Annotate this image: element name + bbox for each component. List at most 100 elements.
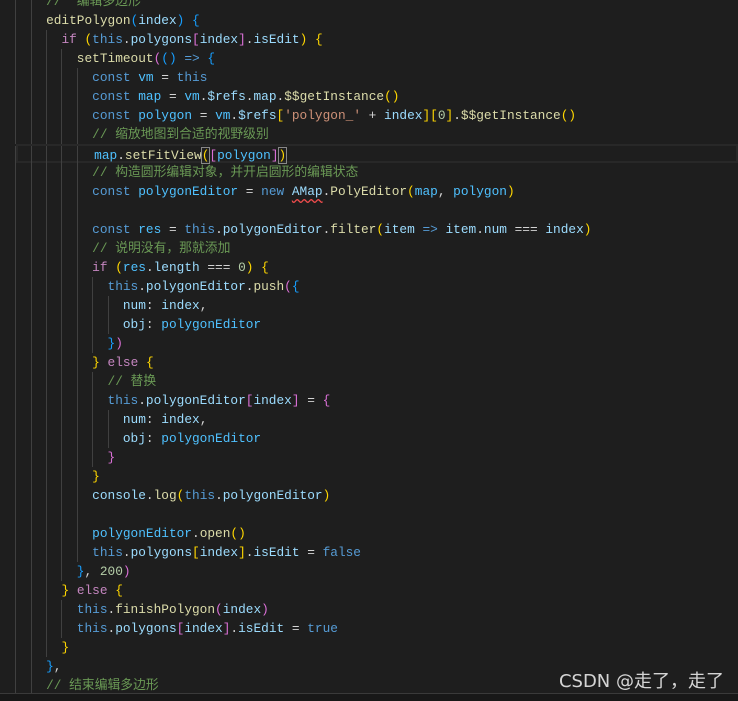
code-line[interactable]: const polygonEditor = new AMap.PolyEdito…	[0, 182, 738, 201]
code-text: setTimeout(() => {	[0, 49, 215, 68]
code-line[interactable]: this.polygons[index].isEdit = false	[0, 543, 738, 562]
code-token: else	[107, 355, 139, 370]
code-line[interactable]: // 构造圆形编辑对象，并开启圆形的编辑状态	[0, 163, 738, 182]
code-token: {	[207, 51, 216, 66]
code-line[interactable]: map.setFitView([polygon])	[15, 144, 738, 165]
code-line[interactable]: // 缩放地图到合适的视野级别	[0, 125, 738, 144]
code-line[interactable]: setTimeout(() => {	[0, 49, 738, 68]
code-line[interactable]: num: index,	[0, 410, 738, 429]
code-line[interactable]: const map = vm.$refs.map.$$getInstance()	[0, 87, 738, 106]
code-token: setTimeout	[76, 51, 154, 66]
code-line[interactable]: }	[0, 467, 738, 486]
code-line[interactable]: const res = this.polygonEditor.filter(it…	[0, 220, 738, 239]
code-line[interactable]: num: index,	[0, 296, 738, 315]
code-text: this.polygons[index].isEdit = true	[0, 619, 338, 638]
code-line[interactable]: if (res.length === 0) {	[0, 258, 738, 277]
code-editor[interactable]: // 编辑多边形 editPolygon(index) { if (this.p…	[0, 0, 738, 695]
code-token: $$getInstance	[284, 89, 385, 104]
code-text: if (this.polygons[index].isEdit) {	[0, 30, 322, 49]
code-token: ]	[291, 393, 300, 408]
code-text: // 构造圆形编辑对象，并开启圆形的编辑状态	[0, 163, 358, 182]
code-token: open	[199, 526, 231, 541]
code-token: const	[92, 89, 131, 104]
code-token: :	[145, 317, 162, 332]
code-line[interactable]: console.log(this.polygonEditor)	[0, 486, 738, 505]
code-token: res	[138, 222, 162, 237]
code-line[interactable]: if (this.polygons[index].isEdit) {	[0, 30, 738, 49]
code-line[interactable]: const polygon = vm.$refs['polygon_' + in…	[0, 106, 738, 125]
code-line[interactable]: const vm = this	[0, 68, 738, 87]
code-token: .	[138, 279, 146, 294]
code-token: map	[94, 148, 118, 163]
code-line[interactable]: // 说明没有，那就添加	[0, 239, 738, 258]
code-line[interactable]: }, 200)	[0, 562, 738, 581]
code-token: polygon	[217, 148, 271, 163]
code-token: polygonEditor	[138, 184, 239, 199]
code-token: [	[192, 545, 200, 560]
code-token: this	[92, 545, 123, 560]
code-line[interactable]: }	[0, 448, 738, 467]
code-token: ]	[238, 545, 246, 560]
code-token: length	[153, 260, 200, 275]
code-line[interactable]: obj: polygonEditor	[0, 315, 738, 334]
code-text: this.polygonEditor.push({	[0, 277, 300, 296]
code-text: const polygonEditor = new AMap.PolyEdito…	[0, 182, 514, 201]
code-text: num: index,	[0, 296, 208, 315]
code-text: if (res.length === 0) {	[0, 258, 269, 277]
code-token: .	[145, 260, 154, 275]
code-token: item	[445, 222, 477, 237]
code-line[interactable]: // 替换	[0, 372, 738, 391]
code-token: )	[583, 222, 592, 237]
code-token: .	[192, 526, 200, 541]
code-line[interactable]: }	[0, 638, 738, 657]
code-token: polygonEditor	[145, 393, 246, 408]
code-text: // 缩放地图到合适的视野级别	[0, 125, 269, 144]
code-token: =	[284, 621, 308, 636]
code-line[interactable]: } else {	[0, 353, 738, 372]
code-token: vm	[215, 108, 231, 123]
code-token: )	[261, 602, 269, 617]
code-token: this	[92, 32, 123, 47]
code-line[interactable]: polygonEditor.open()	[0, 524, 738, 543]
code-token: )	[115, 336, 123, 351]
code-token: =	[161, 222, 185, 237]
code-token: .	[117, 148, 125, 163]
code-line[interactable]	[0, 201, 738, 220]
code-text: const polygon = vm.$refs['polygon_' + in…	[0, 106, 576, 125]
code-token: const	[92, 108, 131, 123]
code-line[interactable]: this.polygonEditor[index] = {	[0, 391, 738, 410]
code-line[interactable]: })	[0, 334, 738, 353]
code-line[interactable]: this.polygonEditor.push({	[0, 277, 738, 296]
code-line[interactable]	[0, 505, 738, 524]
code-token: $refs	[207, 89, 246, 104]
code-token: ]	[238, 32, 246, 47]
code-line[interactable]: editPolygon(index) {	[0, 11, 738, 30]
code-token: .	[122, 545, 131, 560]
code-token: polygonEditor	[92, 526, 192, 541]
code-line[interactable]: this.polygons[index].isEdit = true	[0, 619, 738, 638]
code-line[interactable]: // 编辑多边形	[0, 0, 738, 11]
code-token: :	[145, 298, 162, 313]
code-text: obj: polygonEditor	[0, 315, 261, 334]
code-token: (	[407, 184, 415, 199]
code-text: const res = this.polygonEditor.filter(it…	[0, 220, 591, 239]
code-text: // 说明没有，那就添加	[0, 239, 230, 258]
code-text: }, 200)	[0, 562, 131, 581]
code-line[interactable]: } else {	[0, 581, 738, 600]
code-token: .	[476, 222, 484, 237]
code-token: this	[107, 393, 139, 408]
code-token: {	[322, 393, 331, 408]
code-text: this.finishPolygon(index)	[0, 600, 269, 619]
code-line[interactable]: this.finishPolygon(index)	[0, 600, 738, 619]
code-token: index	[199, 32, 239, 47]
code-token: :	[145, 412, 162, 427]
code-token: const	[92, 184, 131, 199]
code-token: )	[122, 564, 131, 579]
code-text: }	[0, 638, 69, 657]
code-token: ,	[84, 564, 100, 579]
code-line[interactable]: obj: polygonEditor	[0, 429, 738, 448]
